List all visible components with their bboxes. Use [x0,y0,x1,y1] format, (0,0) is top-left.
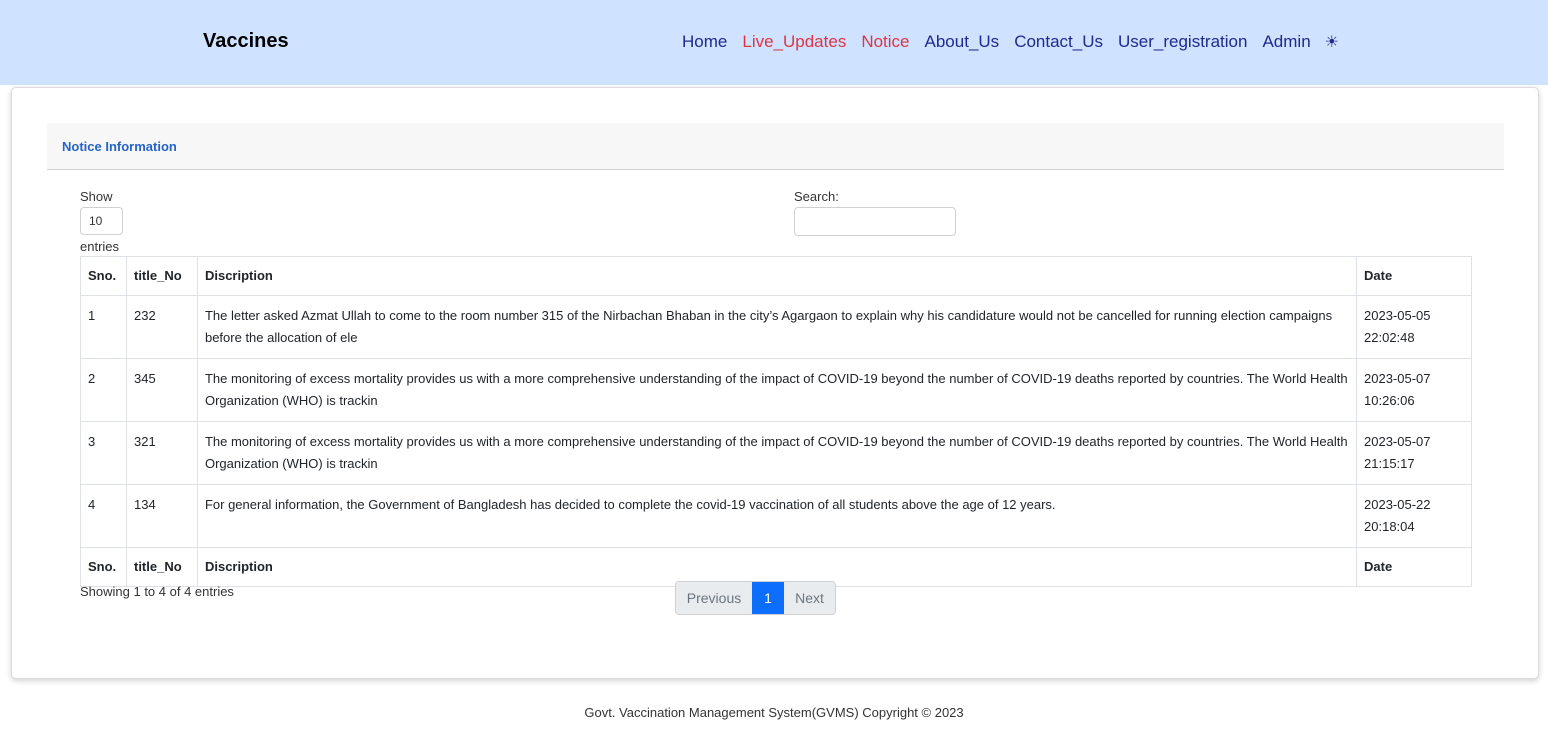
nav-live-updates[interactable]: Live_Updates [742,32,846,52]
card-header: Notice Information [47,123,1504,170]
date-value: 2023-05-22 [1364,497,1431,512]
cell-title-no: 321 [125,421,198,485]
nav-about-us[interactable]: About_Us [925,32,1000,52]
date-value: 2023-05-07 [1364,371,1431,386]
entries-label: entries [80,239,120,254]
cell-date: 2023-05-05 22:02:48 [1356,295,1472,359]
col-description[interactable]: Discription [196,256,1358,296]
cell-description: The monitoring of excess mortality provi… [196,421,1358,485]
notice-card: Notice Information Show 10 entries Searc… [11,87,1539,679]
time-value: 22:02:48 [1364,330,1415,345]
cell-sno: 1 [80,295,127,359]
navbar: Vaccines Home Live_Updates Notice About_… [0,0,1548,85]
time-value: 20:18:04 [1364,519,1415,534]
nav-contact-us[interactable]: Contact_Us [1014,32,1103,52]
table-row: 4 134 For general information, the Gover… [80,484,1472,548]
search-input[interactable] [794,207,956,236]
cell-description: The monitoring of excess mortality provi… [196,358,1358,422]
cell-description: For general information, the Government … [196,484,1358,548]
cell-date: 2023-05-07 21:15:17 [1356,421,1472,485]
cell-title-no: 345 [125,358,198,422]
nav-notice[interactable]: Notice [861,32,909,52]
foot-sno: Sno. [80,547,127,587]
nav-links: Home Live_Updates Notice About_Us Contac… [682,32,1339,52]
time-value: 21:15:17 [1364,456,1415,471]
col-sno[interactable]: Sno. [80,256,127,296]
table-row: 1 232 The letter asked Azmat Ullah to co… [80,295,1472,359]
date-value: 2023-05-07 [1364,434,1431,449]
table-row: 3 321 The monitoring of excess mortality… [80,421,1472,485]
search-label: Search: [794,189,839,204]
nav-user-registration[interactable]: User_registration [1118,32,1247,52]
cell-sno: 3 [80,421,127,485]
time-value: 10:26:06 [1364,393,1415,408]
page-1-button[interactable]: 1 [752,582,784,614]
foot-date: Date [1356,547,1472,587]
cell-title-no: 134 [125,484,198,548]
theme-toggle-icon[interactable]: ☀ [1325,32,1339,52]
show-label: Show [80,189,113,204]
notice-table: Sno. title_No Discription Date 1 232 The… [80,256,1472,587]
cell-date: 2023-05-07 10:26:06 [1356,358,1472,422]
cell-title-no: 232 [125,295,198,359]
table-info: Showing 1 to 4 of 4 entries [80,584,234,599]
cell-sno: 2 [80,358,127,422]
brand-logo[interactable]: Vaccines [203,30,289,53]
nav-admin[interactable]: Admin [1262,32,1310,52]
previous-button[interactable]: Previous [676,582,752,614]
cell-sno: 4 [80,484,127,548]
foot-title-no: title_No [125,547,198,587]
table-row: 2 345 The monitoring of excess mortality… [80,358,1472,422]
date-value: 2023-05-05 [1364,308,1431,323]
nav-home[interactable]: Home [682,32,727,52]
footer-copyright: Govt. Vaccination Management System(GVMS… [584,705,964,720]
col-title-no[interactable]: title_No [125,256,198,296]
cell-description: The letter asked Azmat Ullah to come to … [196,295,1358,359]
pagination: Previous 1 Next [675,581,836,615]
next-button[interactable]: Next [784,582,835,614]
col-date[interactable]: Date [1356,256,1472,296]
table-header-row: Sno. title_No Discription Date [80,256,1472,296]
entries-length-select[interactable]: 10 [80,207,123,235]
card-title: Notice Information [62,139,177,154]
cell-date: 2023-05-22 20:18:04 [1356,484,1472,548]
